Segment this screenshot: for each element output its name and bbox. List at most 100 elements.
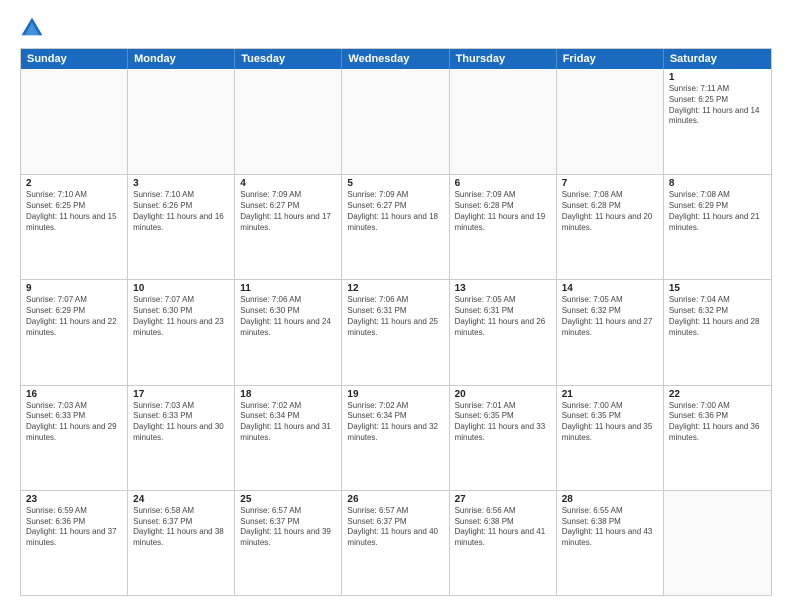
- day-cell-empty: [664, 491, 771, 595]
- day-info: Sunrise: 7:09 AM Sunset: 6:27 PM Dayligh…: [347, 190, 443, 233]
- day-info: Sunrise: 7:05 AM Sunset: 6:32 PM Dayligh…: [562, 295, 658, 338]
- day-number: 7: [562, 178, 658, 189]
- day-info: Sunrise: 7:03 AM Sunset: 6:33 PM Dayligh…: [133, 401, 229, 444]
- page: SundayMondayTuesdayWednesdayThursdayFrid…: [0, 0, 792, 612]
- day-info: Sunrise: 7:10 AM Sunset: 6:25 PM Dayligh…: [26, 190, 122, 233]
- day-number: 19: [347, 389, 443, 400]
- day-cell-15: 15Sunrise: 7:04 AM Sunset: 6:32 PM Dayli…: [664, 280, 771, 384]
- day-cell-8: 8Sunrise: 7:08 AM Sunset: 6:29 PM Daylig…: [664, 175, 771, 279]
- day-cell-empty: [450, 69, 557, 174]
- day-cell-26: 26Sunrise: 6:57 AM Sunset: 6:37 PM Dayli…: [342, 491, 449, 595]
- day-info: Sunrise: 7:07 AM Sunset: 6:29 PM Dayligh…: [26, 295, 122, 338]
- day-info: Sunrise: 7:01 AM Sunset: 6:35 PM Dayligh…: [455, 401, 551, 444]
- day-info: Sunrise: 7:08 AM Sunset: 6:28 PM Dayligh…: [562, 190, 658, 233]
- day-info: Sunrise: 6:59 AM Sunset: 6:36 PM Dayligh…: [26, 506, 122, 549]
- day-number: 23: [26, 494, 122, 505]
- day-number: 5: [347, 178, 443, 189]
- day-cell-5: 5Sunrise: 7:09 AM Sunset: 6:27 PM Daylig…: [342, 175, 449, 279]
- day-info: Sunrise: 7:09 AM Sunset: 6:27 PM Dayligh…: [240, 190, 336, 233]
- day-number: 13: [455, 283, 551, 294]
- day-number: 14: [562, 283, 658, 294]
- day-number: 1: [669, 72, 766, 83]
- day-cell-empty: [128, 69, 235, 174]
- day-cell-12: 12Sunrise: 7:06 AM Sunset: 6:31 PM Dayli…: [342, 280, 449, 384]
- header: [20, 16, 772, 40]
- day-info: Sunrise: 6:57 AM Sunset: 6:37 PM Dayligh…: [240, 506, 336, 549]
- header-day-monday: Monday: [128, 49, 235, 69]
- header-day-thursday: Thursday: [450, 49, 557, 69]
- day-number: 25: [240, 494, 336, 505]
- day-cell-21: 21Sunrise: 7:00 AM Sunset: 6:35 PM Dayli…: [557, 386, 664, 490]
- day-number: 26: [347, 494, 443, 505]
- day-cell-18: 18Sunrise: 7:02 AM Sunset: 6:34 PM Dayli…: [235, 386, 342, 490]
- day-number: 28: [562, 494, 658, 505]
- day-number: 8: [669, 178, 766, 189]
- day-info: Sunrise: 7:05 AM Sunset: 6:31 PM Dayligh…: [455, 295, 551, 338]
- day-number: 27: [455, 494, 551, 505]
- day-number: 3: [133, 178, 229, 189]
- day-info: Sunrise: 7:04 AM Sunset: 6:32 PM Dayligh…: [669, 295, 766, 338]
- day-cell-16: 16Sunrise: 7:03 AM Sunset: 6:33 PM Dayli…: [21, 386, 128, 490]
- week-row-3: 9Sunrise: 7:07 AM Sunset: 6:29 PM Daylig…: [21, 279, 771, 384]
- day-number: 2: [26, 178, 122, 189]
- day-number: 6: [455, 178, 551, 189]
- day-number: 18: [240, 389, 336, 400]
- day-cell-10: 10Sunrise: 7:07 AM Sunset: 6:30 PM Dayli…: [128, 280, 235, 384]
- day-cell-28: 28Sunrise: 6:55 AM Sunset: 6:38 PM Dayli…: [557, 491, 664, 595]
- day-info: Sunrise: 7:08 AM Sunset: 6:29 PM Dayligh…: [669, 190, 766, 233]
- day-cell-4: 4Sunrise: 7:09 AM Sunset: 6:27 PM Daylig…: [235, 175, 342, 279]
- day-info: Sunrise: 7:10 AM Sunset: 6:26 PM Dayligh…: [133, 190, 229, 233]
- day-info: Sunrise: 7:02 AM Sunset: 6:34 PM Dayligh…: [347, 401, 443, 444]
- week-row-1: 1Sunrise: 7:11 AM Sunset: 6:25 PM Daylig…: [21, 69, 771, 174]
- day-info: Sunrise: 6:55 AM Sunset: 6:38 PM Dayligh…: [562, 506, 658, 549]
- day-cell-9: 9Sunrise: 7:07 AM Sunset: 6:29 PM Daylig…: [21, 280, 128, 384]
- header-day-friday: Friday: [557, 49, 664, 69]
- header-day-wednesday: Wednesday: [342, 49, 449, 69]
- day-number: 11: [240, 283, 336, 294]
- day-number: 16: [26, 389, 122, 400]
- day-info: Sunrise: 6:57 AM Sunset: 6:37 PM Dayligh…: [347, 506, 443, 549]
- logo: [20, 16, 48, 40]
- day-info: Sunrise: 7:00 AM Sunset: 6:36 PM Dayligh…: [669, 401, 766, 444]
- day-cell-24: 24Sunrise: 6:58 AM Sunset: 6:37 PM Dayli…: [128, 491, 235, 595]
- day-info: Sunrise: 7:07 AM Sunset: 6:30 PM Dayligh…: [133, 295, 229, 338]
- day-number: 12: [347, 283, 443, 294]
- day-cell-20: 20Sunrise: 7:01 AM Sunset: 6:35 PM Dayli…: [450, 386, 557, 490]
- day-cell-empty: [557, 69, 664, 174]
- day-cell-25: 25Sunrise: 6:57 AM Sunset: 6:37 PM Dayli…: [235, 491, 342, 595]
- day-cell-empty: [342, 69, 449, 174]
- week-row-5: 23Sunrise: 6:59 AM Sunset: 6:36 PM Dayli…: [21, 490, 771, 595]
- day-cell-19: 19Sunrise: 7:02 AM Sunset: 6:34 PM Dayli…: [342, 386, 449, 490]
- day-cell-7: 7Sunrise: 7:08 AM Sunset: 6:28 PM Daylig…: [557, 175, 664, 279]
- day-number: 22: [669, 389, 766, 400]
- day-number: 9: [26, 283, 122, 294]
- calendar-body: 1Sunrise: 7:11 AM Sunset: 6:25 PM Daylig…: [21, 69, 771, 595]
- day-cell-empty: [235, 69, 342, 174]
- day-number: 4: [240, 178, 336, 189]
- day-info: Sunrise: 7:02 AM Sunset: 6:34 PM Dayligh…: [240, 401, 336, 444]
- week-row-4: 16Sunrise: 7:03 AM Sunset: 6:33 PM Dayli…: [21, 385, 771, 490]
- day-number: 24: [133, 494, 229, 505]
- day-number: 21: [562, 389, 658, 400]
- day-info: Sunrise: 7:03 AM Sunset: 6:33 PM Dayligh…: [26, 401, 122, 444]
- day-cell-11: 11Sunrise: 7:06 AM Sunset: 6:30 PM Dayli…: [235, 280, 342, 384]
- header-day-tuesday: Tuesday: [235, 49, 342, 69]
- day-number: 17: [133, 389, 229, 400]
- day-cell-2: 2Sunrise: 7:10 AM Sunset: 6:25 PM Daylig…: [21, 175, 128, 279]
- day-number: 20: [455, 389, 551, 400]
- day-cell-22: 22Sunrise: 7:00 AM Sunset: 6:36 PM Dayli…: [664, 386, 771, 490]
- day-cell-1: 1Sunrise: 7:11 AM Sunset: 6:25 PM Daylig…: [664, 69, 771, 174]
- day-info: Sunrise: 7:06 AM Sunset: 6:30 PM Dayligh…: [240, 295, 336, 338]
- day-cell-6: 6Sunrise: 7:09 AM Sunset: 6:28 PM Daylig…: [450, 175, 557, 279]
- day-cell-3: 3Sunrise: 7:10 AM Sunset: 6:26 PM Daylig…: [128, 175, 235, 279]
- day-number: 10: [133, 283, 229, 294]
- header-day-saturday: Saturday: [664, 49, 771, 69]
- day-cell-empty: [21, 69, 128, 174]
- day-cell-13: 13Sunrise: 7:05 AM Sunset: 6:31 PM Dayli…: [450, 280, 557, 384]
- day-number: 15: [669, 283, 766, 294]
- calendar-header: SundayMondayTuesdayWednesdayThursdayFrid…: [21, 49, 771, 69]
- day-cell-23: 23Sunrise: 6:59 AM Sunset: 6:36 PM Dayli…: [21, 491, 128, 595]
- day-info: Sunrise: 7:00 AM Sunset: 6:35 PM Dayligh…: [562, 401, 658, 444]
- logo-icon: [20, 16, 44, 40]
- calendar: SundayMondayTuesdayWednesdayThursdayFrid…: [20, 48, 772, 596]
